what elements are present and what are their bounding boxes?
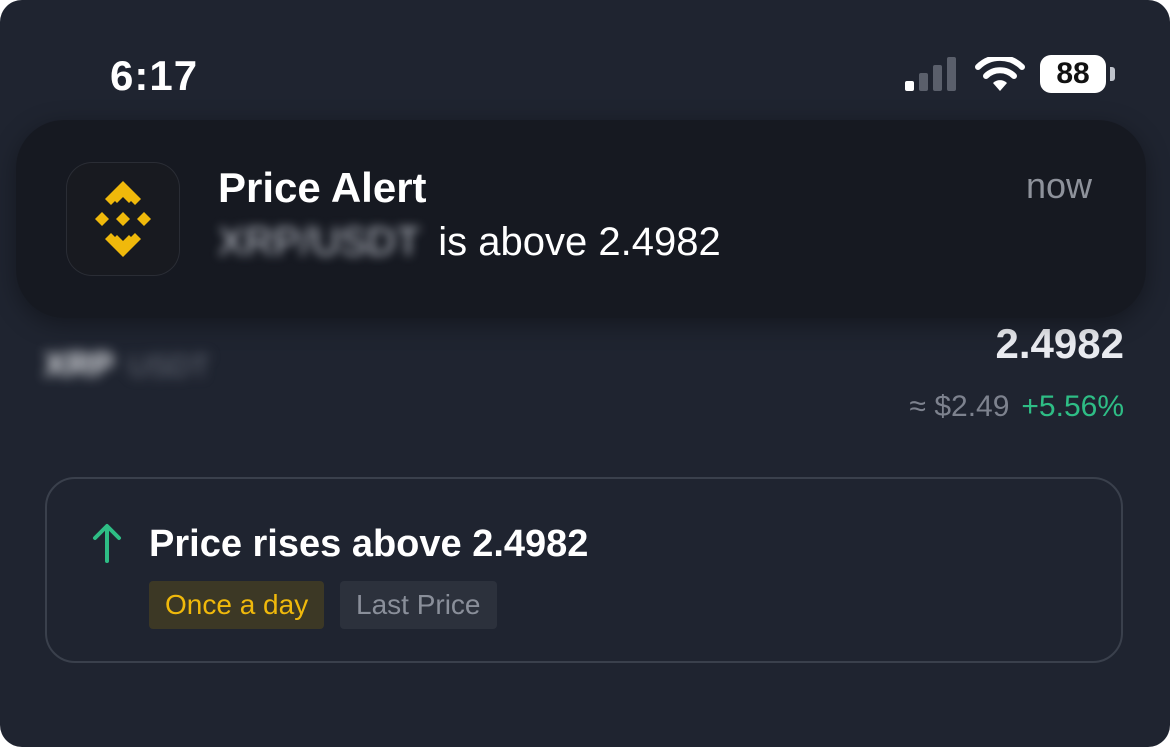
price-alert-card[interactable]: Price rises above 2.4982 Once a day Last…	[45, 477, 1123, 663]
notification-message: is above 2.4982	[438, 220, 721, 264]
frequency-tag: Once a day	[149, 581, 325, 629]
last-price: 2.4982	[995, 320, 1124, 367]
fiat-price: ≈ $2.49	[909, 390, 1010, 423]
price-sub-row: ≈ $2.49 +5.56%	[910, 390, 1124, 424]
market-detail: XRP USDT 2.4982 ≈ $2.49 +5.56% Price rises…	[0, 0, 1170, 747]
alert-condition: Price rises above 2.4982	[149, 523, 589, 565]
pair-base: XRP	[44, 346, 114, 384]
price-type-tag: Last Price	[340, 581, 497, 629]
notification-title: Price Alert	[218, 164, 427, 211]
price-change: +5.56%	[1021, 390, 1124, 423]
notification-time: now	[1025, 165, 1092, 206]
notification-banner[interactable]: Price Alert now XRP/USDT is above 2.4982	[16, 120, 1146, 318]
notification-pair: XRP/USDT	[218, 220, 421, 264]
trading-pair[interactable]: XRP USDT	[44, 346, 210, 385]
binance-logo-icon	[66, 162, 180, 276]
phone-screen: 6:17 88 XRP USDT 2.4982 ≈ $2.49 +5.56% Pri…	[0, 0, 1170, 747]
notification-body: XRP/USDT is above 2.4982	[218, 220, 721, 265]
pair-quote: USDT	[127, 350, 210, 383]
arrow-up-icon	[93, 524, 121, 563]
